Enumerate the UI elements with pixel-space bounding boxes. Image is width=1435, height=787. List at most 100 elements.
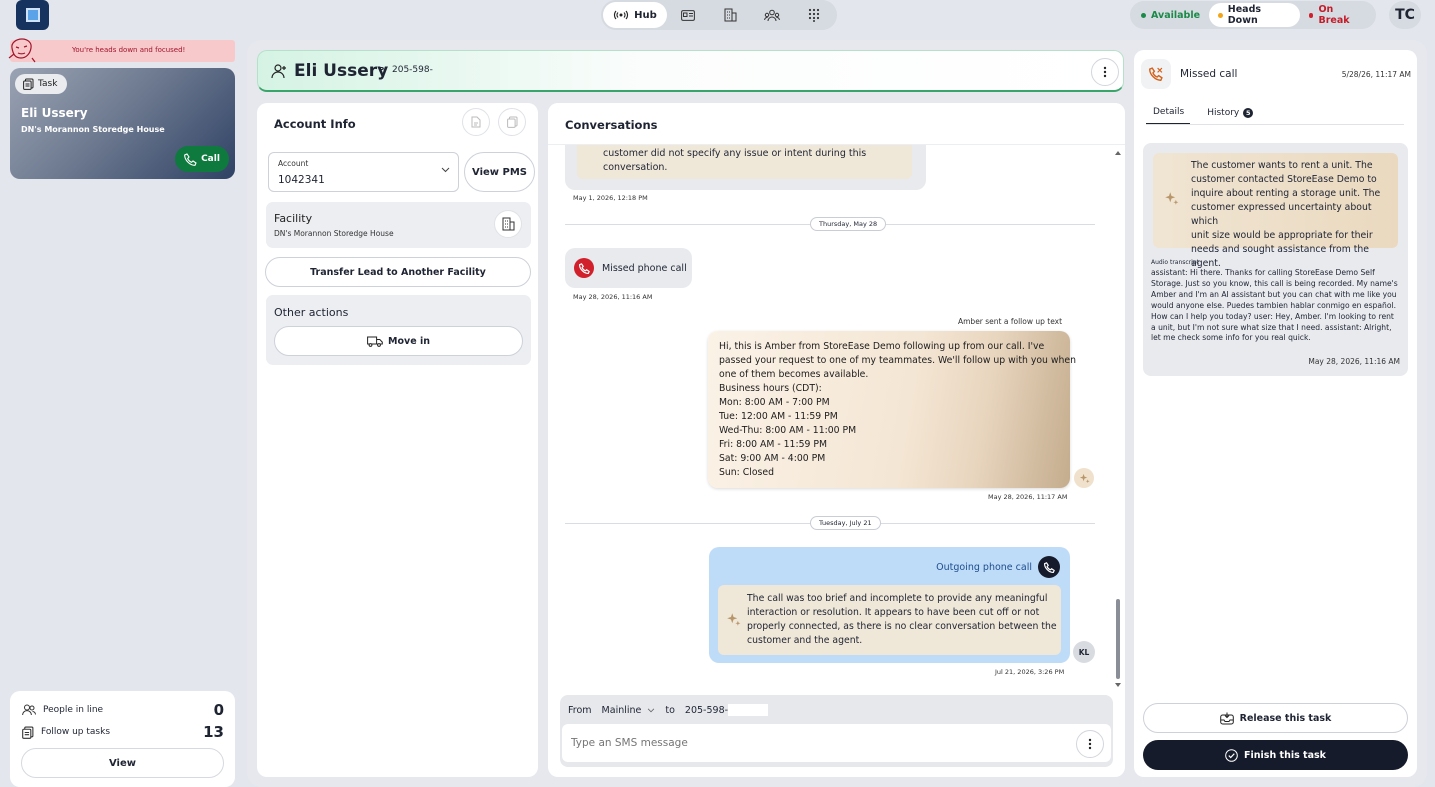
- release-task-button[interactable]: Release this task: [1143, 703, 1408, 733]
- transcript-line: Storage. Just so you know, this call is …: [1151, 278, 1398, 288]
- follow-up-line: one of them becomes available.: [719, 369, 869, 380]
- transcript-line: let me check some info for you real quic…: [1151, 333, 1311, 343]
- date-divider: Tuesday, July 21: [565, 516, 1095, 530]
- follow-up-tasks-label: Follow up tasks: [41, 727, 111, 737]
- follow-up-line: Fri: 8:00 AM - 11:59 PM: [719, 439, 828, 450]
- more-vertical-icon: [1103, 66, 1107, 78]
- nav-dialpad-tab[interactable]: [793, 2, 835, 28]
- main-nav: Hub: [601, 0, 837, 30]
- old-call-summary: customer did not specify any issue or in…: [577, 140, 912, 179]
- sms-more-button[interactable]: [1076, 730, 1104, 758]
- details-tabs: Details History 5: [1146, 105, 1259, 125]
- to-value: 205-598-: [684, 704, 729, 716]
- customer-name: Eli Ussery: [294, 61, 389, 81]
- account-info-panel: Account Info Account 1042341 View PMS Fa…: [257, 103, 538, 777]
- ai-call-summary: The customer wants to rent a unit. The c…: [1153, 153, 1398, 269]
- sms-message-input[interactable]: [562, 724, 1111, 762]
- follow-up-line: Tue: 12:00 AM - 11:59 PM: [719, 411, 838, 422]
- sparkle-icon: [726, 612, 741, 627]
- from-label: From: [568, 704, 592, 716]
- chevron-down-icon: [647, 708, 655, 713]
- status-on-break-label: On Break: [1318, 4, 1350, 26]
- app-logo[interactable]: [16, 0, 49, 30]
- nav-facilities-tab[interactable]: [709, 2, 751, 28]
- transcript-line: a unit, but I'm not sure what size that …: [1151, 322, 1392, 332]
- phone-missed-icon: [574, 258, 594, 278]
- summary-line: needs and sought assistance from the age…: [1191, 244, 1369, 269]
- status-available[interactable]: Available: [1132, 3, 1209, 27]
- follow-up-line: Sun: Closed: [719, 467, 775, 478]
- message-timestamp: Jul 21, 2026, 3:26 PM: [995, 668, 1065, 676]
- move-in-label: Move in: [388, 335, 430, 347]
- view-pms-button[interactable]: View PMS: [464, 152, 535, 192]
- status-heads-down-dot: [1218, 12, 1223, 18]
- user-avatar[interactable]: TC: [1389, 1, 1421, 29]
- status-heads-down-label: Heads Down: [1227, 4, 1262, 26]
- audio-transcript: assistant: Hi there. Thanks for calling …: [1151, 268, 1403, 344]
- release-task-label: Release this task: [1239, 712, 1332, 724]
- nav-hub-tab[interactable]: Hub: [603, 2, 667, 28]
- task-facility-name: DN's Morannon Storedge House: [21, 125, 165, 134]
- outgoing-call-message[interactable]: Outgoing phone call The call was too bri…: [709, 547, 1070, 663]
- from-value: Mainline: [601, 704, 642, 716]
- header-divider: [548, 144, 1125, 145]
- from-select[interactable]: Mainline: [602, 705, 656, 716]
- nav-contacts-tab[interactable]: [667, 2, 709, 28]
- follow-up-line: Mon: 8:00 AM - 7:00 PM: [719, 397, 830, 408]
- transfer-lead-button[interactable]: Transfer Lead to Another Facility: [265, 257, 531, 287]
- header-more-button[interactable]: [1091, 58, 1119, 86]
- nav-team-tab[interactable]: [751, 2, 793, 28]
- follow-up-line: Wed-Thu: 8:00 AM - 11:00 PM: [719, 425, 857, 436]
- task-tag-label: Task: [38, 79, 58, 89]
- status-available-label: Available: [1151, 9, 1201, 21]
- summary-line: customer expressed uncertainty about whi…: [1191, 202, 1372, 227]
- old-summary-line: customer did not specify any issue or in…: [603, 148, 867, 159]
- missed-call-message[interactable]: Missed phone call: [565, 248, 692, 288]
- follow-up-sender-label: Amber sent a follow up text: [958, 317, 1063, 326]
- redacted-number: [728, 704, 769, 716]
- facility-value: DN's Morannon Storedge House: [274, 229, 394, 238]
- message-timestamp: May 28, 2026, 11:16 AM: [573, 293, 653, 301]
- summary-line: The customer wants to rent a unit. The: [1191, 160, 1373, 171]
- outgoing-call-label: Outgoing phone call: [936, 562, 1032, 573]
- facility-details-button[interactable]: [494, 210, 522, 238]
- summary-line: customer contacted StoreEase Demo to: [1191, 174, 1377, 185]
- clipboard-icon: [22, 726, 34, 739]
- task-date: 5/28/26, 11:17 AM: [1341, 70, 1411, 79]
- move-in-button[interactable]: Move in: [274, 326, 523, 356]
- date-divider: Thursday, May 28: [565, 217, 1095, 231]
- tab-history-label: History: [1207, 108, 1240, 118]
- call-button[interactable]: Call: [175, 146, 229, 172]
- current-task-card[interactable]: Task Eli Ussery DN's Morannon Storedge H…: [10, 68, 235, 179]
- notes-button[interactable]: [462, 108, 490, 136]
- old-call-message: customer did not specify any issue or in…: [565, 140, 926, 190]
- finish-task-label: Finish this task: [1244, 749, 1326, 761]
- tab-history[interactable]: History 5: [1200, 105, 1259, 125]
- copy-button[interactable]: [498, 108, 526, 136]
- phone-missed-icon: [1149, 67, 1163, 81]
- task-tag: Task: [15, 74, 67, 94]
- customer-phone: 205-598-: [392, 65, 433, 75]
- sparkle-icon: [1164, 191, 1179, 206]
- building-icon: [724, 8, 737, 22]
- broadcast-icon: [613, 10, 629, 20]
- outgoing-summary-line: properly connected, as there is no clear…: [747, 621, 1057, 632]
- heads-down-banner: You're heads down and focused!: [8, 38, 235, 63]
- task-type-title: Missed call: [1180, 68, 1238, 80]
- sms-routing-row: From Mainline to 205-598-: [568, 704, 769, 716]
- status-heads-down[interactable]: Heads Down: [1209, 3, 1300, 27]
- check-circle-icon: [1225, 748, 1238, 762]
- clipboard-icon: [506, 116, 518, 128]
- add-person-icon: [271, 64, 287, 79]
- people-in-line-row: People in line 0: [22, 701, 224, 719]
- task-customer-name: Eli Ussery: [21, 106, 88, 120]
- view-queue-button[interactable]: View: [21, 748, 224, 778]
- tab-details[interactable]: Details: [1146, 105, 1191, 125]
- finish-task-button[interactable]: Finish this task: [1143, 740, 1408, 770]
- status-selector: Available Heads Down On Break: [1130, 1, 1376, 29]
- account-select[interactable]: Account 1042341: [268, 152, 459, 192]
- tab-details-label: Details: [1153, 107, 1185, 117]
- conversation-scrollbar[interactable]: [1114, 149, 1122, 689]
- status-available-dot: [1141, 12, 1146, 18]
- status-on-break[interactable]: On Break: [1300, 3, 1374, 27]
